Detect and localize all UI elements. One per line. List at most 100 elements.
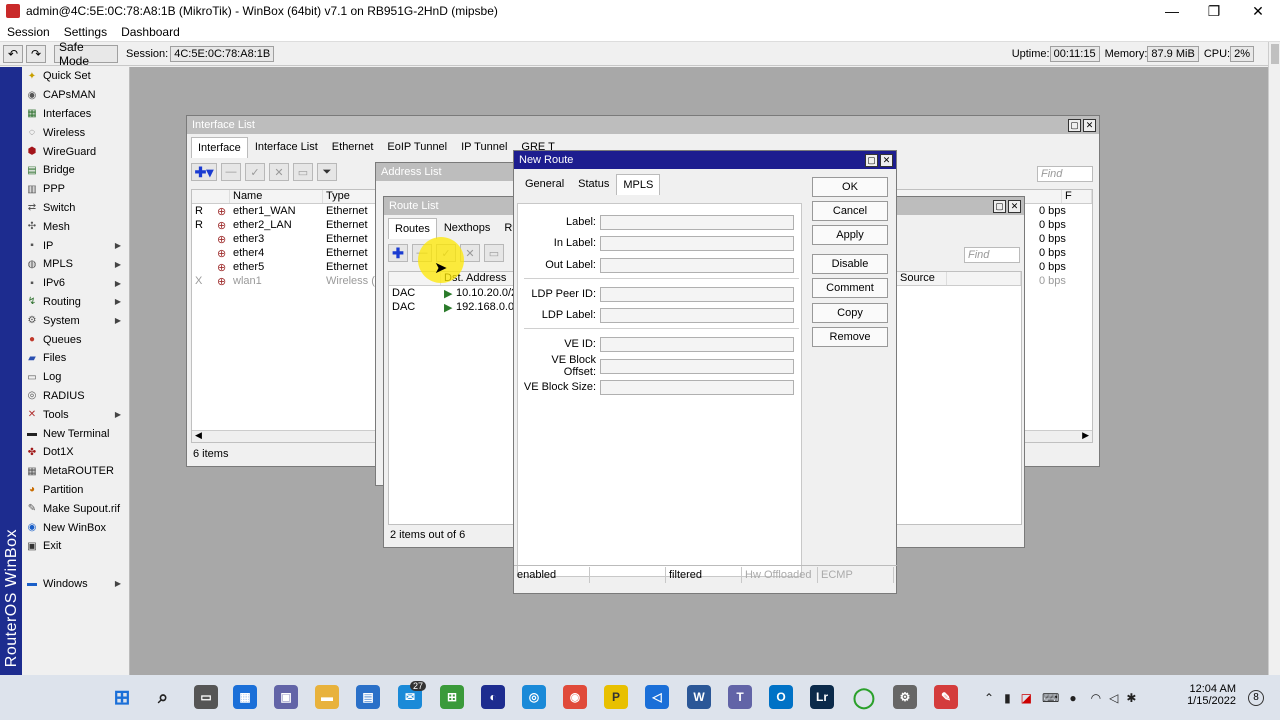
sidebar-item-windows[interactable]: ▬ Windows ▶: [22, 575, 129, 594]
column-name[interactable]: Name: [230, 190, 323, 203]
filter-icon[interactable]: ⏷: [317, 163, 337, 181]
sidebar-item-files[interactable]: ▰ Files: [22, 349, 129, 368]
tab-ethernet[interactable]: Ethernet: [325, 136, 381, 158]
maximize-icon[interactable]: ▢: [993, 200, 1006, 213]
disable-button[interactable]: Disable: [812, 254, 888, 274]
sidebar-item-mesh[interactable]: ✣ Mesh: [22, 217, 129, 236]
add-icon[interactable]: ✚▾: [191, 163, 217, 181]
sidebar-item-bridge[interactable]: ▤ Bridge: [22, 161, 129, 180]
sidebar-item-wireless[interactable]: ◌ Wireless: [22, 123, 129, 142]
interface-list-titlebar[interactable]: Interface List ▢ ✕: [187, 116, 1099, 134]
sidebar-item-interfaces[interactable]: ▦ Interfaces: [22, 105, 129, 124]
sidebar-item-wireguard[interactable]: ⬢ WireGuard: [22, 142, 129, 161]
outlook-icon[interactable]: O: [769, 685, 793, 709]
comment-route-icon[interactable]: ▭: [484, 244, 504, 262]
file-explorer-icon[interactable]: ▬: [315, 685, 339, 709]
interface-find-input[interactable]: Find: [1037, 166, 1093, 182]
disable-icon[interactable]: ✕: [269, 163, 289, 181]
tray-chevron-icon[interactable]: ⌃: [984, 691, 994, 705]
out-label-input[interactable]: [600, 257, 794, 273]
ldp-peer-id-input[interactable]: [600, 286, 794, 302]
apply-button[interactable]: Apply: [812, 225, 888, 245]
teams-icon[interactable]: T: [728, 685, 752, 709]
pdf-icon[interactable]: P: [604, 685, 628, 709]
label-input[interactable]: [600, 214, 794, 230]
chrome-icon[interactable]: ◉: [563, 685, 587, 709]
close-icon[interactable]: ✕: [1008, 200, 1021, 213]
task-view-icon[interactable]: ▭: [194, 685, 218, 709]
address-list-titlebar[interactable]: Address List: [376, 163, 534, 181]
comment-button[interactable]: Comment: [812, 278, 888, 298]
lightroom-icon[interactable]: Lr: [810, 685, 834, 709]
tab-ip-tunnel[interactable]: IP Tunnel: [454, 136, 514, 158]
tab-eoip-tunnel[interactable]: EoIP Tunnel: [380, 136, 454, 158]
close-button[interactable]: ✕: [1236, 0, 1280, 22]
menu-dashboard[interactable]: Dashboard: [114, 25, 187, 39]
sidebar-item-metarouter[interactable]: ▦ MetaROUTER: [22, 462, 129, 481]
close-icon[interactable]: ✕: [1083, 119, 1096, 132]
vertical-scrollbar[interactable]: [1268, 42, 1280, 675]
column-source[interactable]: Source: [897, 272, 947, 285]
sidebar-item-switch[interactable]: ⇄ Switch: [22, 199, 129, 218]
ok-button[interactable]: OK: [812, 177, 888, 197]
word-icon[interactable]: W: [687, 685, 711, 709]
winbox-taskbar-icon[interactable]: ◐: [481, 685, 505, 709]
tray-keyboard-icon[interactable]: ⌨: [1042, 691, 1059, 705]
widgets-icon[interactable]: ▦: [233, 685, 257, 709]
sidebar-item-log[interactable]: ▭ Log: [22, 368, 129, 387]
comment-icon[interactable]: ▭: [293, 163, 313, 181]
sidebar-item-queues[interactable]: ● Queues: [22, 330, 129, 349]
scroll-right-icon[interactable]: ▶: [1082, 430, 1089, 441]
tab-interface[interactable]: Interface: [191, 137, 248, 158]
remove-icon[interactable]: —: [221, 163, 241, 181]
in-label-input[interactable]: [600, 235, 794, 251]
tray-volume-icon[interactable]: ◁: [1109, 691, 1118, 705]
menu-settings[interactable]: Settings: [57, 25, 114, 39]
store-icon[interactable]: ▤: [356, 685, 380, 709]
safe-mode-button[interactable]: Safe Mode: [54, 40, 118, 68]
edge-icon[interactable]: ◎: [522, 685, 546, 709]
vscode-icon[interactable]: ◁: [645, 685, 669, 709]
ldp-label-input[interactable]: [600, 307, 794, 323]
redo-icon[interactable]: ↷: [26, 44, 46, 63]
maximize-icon[interactable]: ▢: [865, 154, 878, 167]
tab-status[interactable]: Status: [571, 173, 616, 195]
tab-interface-list[interactable]: Interface List: [248, 136, 325, 158]
paint-icon[interactable]: ✎: [934, 685, 958, 709]
new-route-titlebar[interactable]: New Route ▢ ✕: [514, 151, 896, 169]
tab-mpls[interactable]: MPLS: [616, 174, 661, 195]
remove-button[interactable]: Remove: [812, 327, 888, 347]
sidebar-item-ip[interactable]: ▪ IP ▶: [22, 236, 129, 255]
sidebar-item-exit[interactable]: ▣ Exit: [22, 537, 129, 556]
tray-battery-icon[interactable]: ▮: [1004, 691, 1011, 705]
tray-acrobat-icon[interactable]: ◪: [1021, 691, 1032, 705]
scroll-left-icon[interactable]: ◀: [195, 430, 202, 441]
cancel-button[interactable]: Cancel: [812, 201, 888, 221]
tray-mic-icon[interactable]: ●: [1069, 691, 1076, 705]
column-rate[interactable]: F: [1062, 190, 1092, 203]
sidebar-item-mpls[interactable]: ◍ MPLS ▶: [22, 255, 129, 274]
sidebar-item-partition[interactable]: ◕ Partition: [22, 481, 129, 500]
search-icon[interactable]: ⌕: [151, 685, 175, 709]
tray-wifi-icon[interactable]: ◠: [1091, 691, 1101, 705]
chat-icon[interactable]: ▣: [274, 685, 298, 709]
sidebar-item-ipv6[interactable]: ▪ IPv6 ▶: [22, 274, 129, 293]
sidebar-item-routing[interactable]: ↯ Routing ▶: [22, 293, 129, 312]
ve-block-offset-input[interactable]: [600, 358, 794, 374]
column-type[interactable]: Type: [323, 190, 383, 203]
minimize-button[interactable]: —: [1150, 0, 1194, 22]
sidebar-item-new-terminal[interactable]: ▬ New Terminal: [22, 424, 129, 443]
sidebar-item-make-supout-rif[interactable]: ✎ Make Supout.rif: [22, 499, 129, 518]
sidebar-item-tools[interactable]: ✕ Tools ▶: [22, 405, 129, 424]
ve-block-size-input[interactable]: [600, 379, 794, 395]
maximize-icon[interactable]: ▢: [1068, 119, 1081, 132]
office-icon[interactable]: ⊞: [440, 685, 464, 709]
sidebar-item-new-winbox[interactable]: ◉ New WinBox: [22, 518, 129, 537]
maximize-button[interactable]: ❐: [1192, 0, 1236, 22]
menu-session[interactable]: Session: [0, 25, 57, 39]
settings-icon[interactable]: ⚙: [893, 685, 917, 709]
sidebar-item-dot1x[interactable]: ✤ Dot1X: [22, 443, 129, 462]
tab-routes[interactable]: Routes: [388, 218, 437, 239]
start-icon[interactable]: ⊞: [110, 685, 134, 709]
enable-icon[interactable]: ✓: [245, 163, 265, 181]
